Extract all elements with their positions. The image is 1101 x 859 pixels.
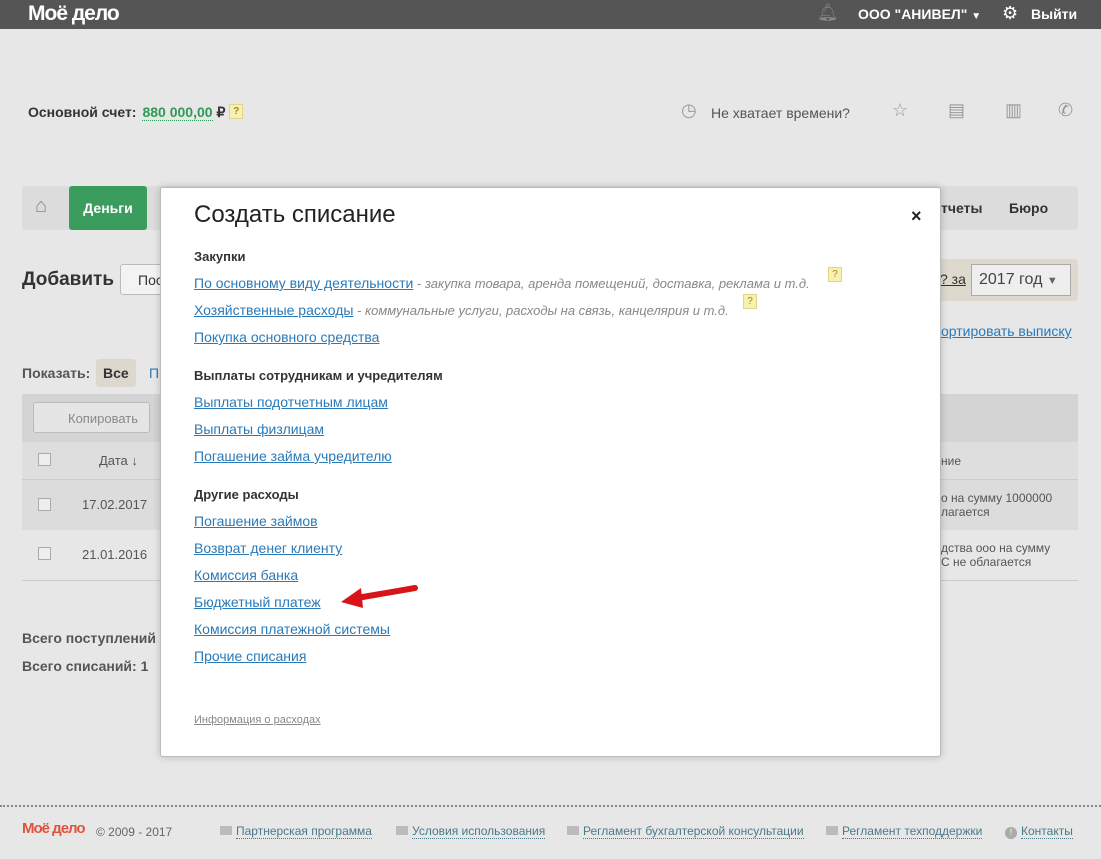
create-expense-dialog: Создать списание × Закупки По основному … [160, 187, 941, 757]
help-icon[interactable]: ? [828, 267, 842, 282]
red-arrow-icon [341, 585, 418, 608]
contact-card-icon[interactable]: ▥ [1005, 100, 1022, 121]
home-icon[interactable]: ⌂ [35, 195, 47, 218]
close-icon[interactable]: × [911, 206, 922, 227]
logo[interactable]: Моё дело [28, 2, 120, 26]
desc-line: С не облагается [941, 555, 1032, 569]
nav-money[interactable]: Деньги [69, 186, 147, 230]
year-select[interactable]: 2017 год ▼ [971, 264, 1071, 296]
select-all-checkbox[interactable] [38, 453, 51, 466]
chevron-down-icon: ▼ [1046, 275, 1058, 287]
row-date: 21.01.2016 [82, 547, 148, 562]
link-text: Регламент техподдержки [842, 824, 983, 839]
add-heading: Добавить [22, 269, 115, 290]
row-desc: о на сумму 1000000 лагается [941, 491, 1052, 519]
item-main-activity: По основному виду деятельности - закупка… [194, 275, 810, 291]
section-payouts: Выплаты сотрудникам и учредителям [194, 368, 443, 383]
link-other-expenses[interactable]: Прочие списания [194, 648, 306, 664]
period-link[interactable]: ? за [940, 271, 966, 287]
section-other: Другие расходы [194, 487, 299, 502]
link-text: Партнерская программа [236, 824, 372, 839]
help-icon[interactable]: ? [229, 104, 244, 119]
envelope-icon [396, 826, 408, 835]
company-selector[interactable]: ООО "АНИВЕЛ" ▼ [858, 6, 981, 22]
link-text: Условия использования [412, 824, 546, 839]
link-budget-payment[interactable]: Бюджетный платеж [194, 594, 321, 610]
logout-button[interactable]: Выйти [1031, 6, 1077, 22]
phone-icon[interactable]: ✆ [1058, 100, 1073, 121]
import-statement-link[interactable]: ортировать выписку [941, 323, 1072, 339]
account-label: Основной счет: [28, 104, 137, 120]
chevron-down-icon: ▼ [971, 11, 982, 22]
link-text: Контакты [1021, 824, 1073, 839]
main-account: Основной счет: 880 000,00 ₽ ? [28, 104, 244, 121]
expense-info-link[interactable]: Информация о расходах [194, 714, 321, 726]
gear-icon[interactable]: ⚙ [1002, 3, 1018, 24]
info-icon: ! [1005, 827, 1017, 839]
link-household[interactable]: Хозяйственные расходы [194, 302, 353, 318]
nav-reports[interactable]: тчеты [941, 200, 982, 216]
total-expense: Всего списаний: 1 [22, 658, 149, 674]
desc-line: о на сумму 1000000 [941, 491, 1053, 505]
link-client-refund[interactable]: Возврат денег клиенту [194, 540, 342, 556]
nav-bureau[interactable]: Бюро [1009, 200, 1048, 216]
link-bank-fee[interactable]: Комиссия банка [194, 567, 298, 583]
footer-divider [0, 805, 1101, 807]
footer-link-partner[interactable]: Партнерская программа [220, 824, 372, 839]
no-time-link[interactable]: Не хватает времени? [711, 105, 850, 121]
currency: ₽ [216, 104, 226, 120]
link-fixed-asset[interactable]: Покупка основного средства [194, 329, 379, 345]
footer-link-contacts[interactable]: ! Контакты [1005, 824, 1073, 839]
bell-icon[interactable]: 🔔︎ [817, 3, 839, 23]
link-main-activity[interactable]: По основному виду деятельности [194, 275, 413, 291]
item-desc: - коммунальные услуги, расходы на связь,… [353, 303, 729, 318]
item-household: Хозяйственные расходы - коммунальные усл… [194, 302, 729, 318]
col-date[interactable]: Дата ↓ [99, 453, 138, 468]
link-individuals[interactable]: Выплаты физлицам [194, 421, 324, 437]
copy-button[interactable]: Копировать [33, 402, 150, 433]
row-desc: дства ооо на сумму С не облагается [941, 541, 1050, 569]
dialog-title: Создать списание [194, 201, 396, 228]
section-purchases: Закупки [194, 249, 246, 264]
row-date: 17.02.2017 [82, 497, 148, 512]
filter-all[interactable]: Все [96, 359, 136, 387]
envelope-icon [826, 826, 838, 835]
filter-other[interactable]: П [149, 365, 159, 381]
company-name: ООО "АНИВЕЛ" [858, 6, 968, 22]
col-desc: ние [941, 454, 962, 468]
item-desc: - закупка товара, аренда помещений, дост… [413, 276, 810, 291]
row-checkbox[interactable] [38, 498, 51, 511]
link-text: Регламент бухгалтерской консультации [583, 824, 804, 839]
footer-link-terms[interactable]: Условия использования [396, 824, 546, 839]
help-icon[interactable]: ? [743, 294, 757, 309]
clock-icon: ◷ [681, 100, 697, 120]
desc-line: лагается [941, 505, 990, 519]
envelope-icon [567, 826, 579, 835]
link-payment-system-fee[interactable]: Комиссия платежной системы [194, 621, 390, 637]
year-value: 2017 год [979, 271, 1043, 288]
copyright: © 2009 - 2017 [96, 825, 173, 839]
desc-line: дства ооо на сумму [941, 541, 1051, 555]
envelope-icon [220, 826, 232, 835]
show-label: Показать: [22, 365, 91, 381]
chat-icon[interactable]: ▤ [948, 100, 965, 121]
footer-logo[interactable]: Моё дело [22, 820, 86, 837]
link-founder-loan[interactable]: Погашение займа учредителю [194, 448, 392, 464]
link-loan-repayment[interactable]: Погашение займов [194, 513, 318, 529]
total-income: Всего поступлений [22, 630, 156, 646]
star-icon[interactable]: ☆ [892, 100, 908, 121]
link-accountable[interactable]: Выплаты подотчетным лицам [194, 394, 388, 410]
footer-link-support[interactable]: Регламент техподдержки [826, 824, 983, 839]
footer-link-consulting[interactable]: Регламент бухгалтерской консультации [567, 824, 804, 839]
account-amount[interactable]: 880 000,00 [142, 104, 213, 121]
row-checkbox[interactable] [38, 547, 51, 560]
